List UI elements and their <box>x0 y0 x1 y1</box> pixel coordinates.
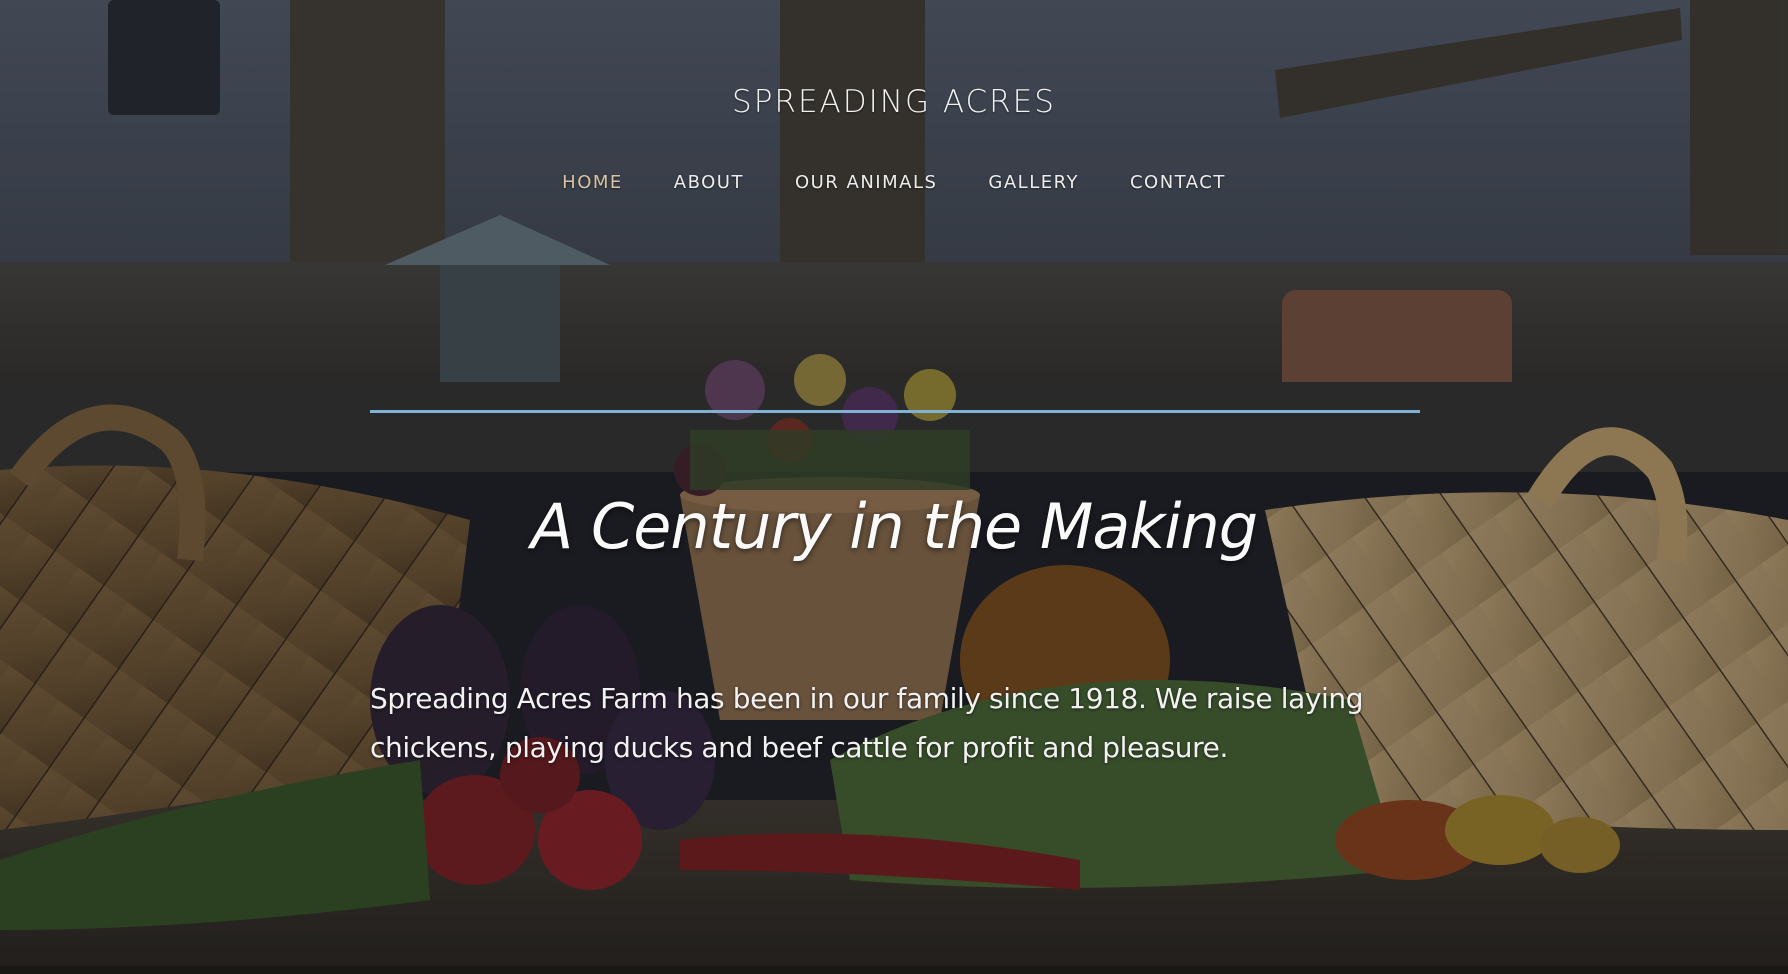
hero-section: SPREADING ACRES HOME ABOUT OUR ANIMALS G… <box>0 0 1788 974</box>
site-title[interactable]: SPREADING ACRES <box>0 84 1788 120</box>
hero-headline: A Century in the Making <box>530 490 1258 563</box>
nav-item-our-animals[interactable]: OUR ANIMALS <box>795 172 937 193</box>
hero-intro-text: Spreading Acres Farm has been in our fam… <box>370 682 1364 764</box>
bottom-strip <box>0 966 1788 974</box>
photo-dim-overlay <box>0 0 1788 974</box>
nav-item-contact[interactable]: CONTACT <box>1130 172 1226 193</box>
nav-item-gallery[interactable]: GALLERY <box>988 172 1079 193</box>
main-nav: HOME ABOUT OUR ANIMALS GALLERY CONTACT <box>0 172 1788 193</box>
nav-item-about[interactable]: ABOUT <box>674 172 744 193</box>
nav-item-home[interactable]: HOME <box>562 172 623 193</box>
accent-divider <box>370 410 1420 413</box>
